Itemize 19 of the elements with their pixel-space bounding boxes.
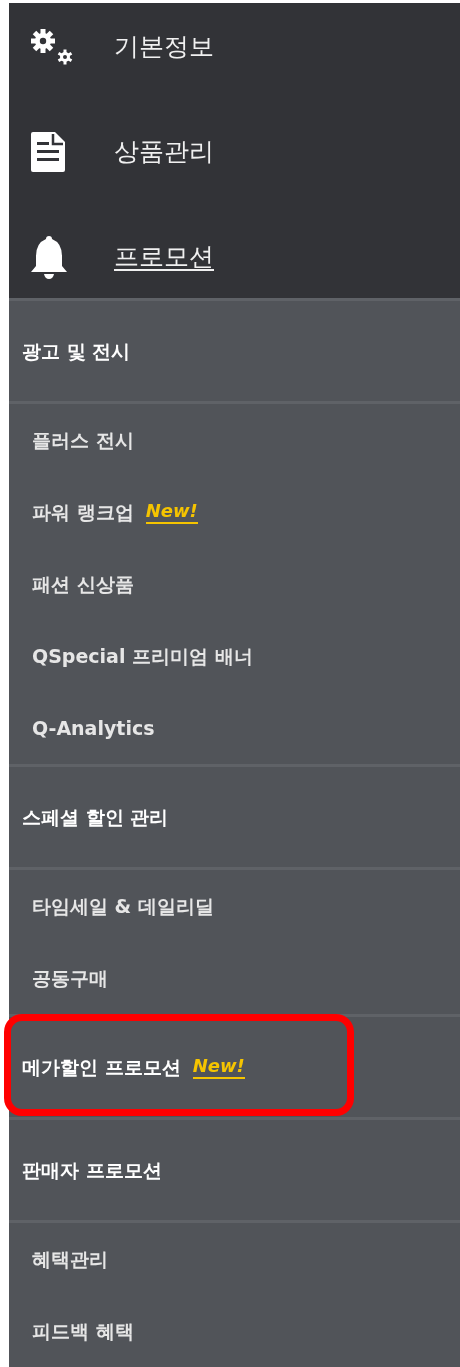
section-header[interactable]: 스페셜 할인 관리 (9, 767, 460, 867)
menu-item[interactable]: 파워 랭크업 New! (9, 476, 460, 548)
menu-item[interactable]: 공동구매 (9, 942, 460, 1014)
menu-item[interactable]: Q-Analytics (9, 692, 460, 764)
menu-item[interactable]: 타임세일 & 데일리딜 (9, 870, 460, 942)
section-header[interactable]: 메가할인 프로모션 New! (9, 1017, 460, 1117)
top-menu-item[interactable]: 상품관리 (9, 122, 460, 182)
top-menu-item[interactable]: 기본정보 (9, 17, 460, 77)
new-badge: New! (145, 500, 198, 524)
bell-icon (29, 234, 69, 280)
menu-item[interactable]: 혜택관리 (9, 1223, 460, 1295)
section-header[interactable]: 판매자 프로모션 (9, 1120, 460, 1220)
top-menu-item[interactable]: 프로모션 (9, 227, 460, 287)
menu-item[interactable]: 플러스 전시 (9, 404, 460, 476)
section-header[interactable]: 광고 및 전시 (9, 301, 460, 401)
new-badge: New! (192, 1055, 245, 1079)
menu-item[interactable]: 피드백 혜택 (9, 1295, 460, 1367)
menu-item[interactable]: QSpecial 프리미엄 배너 (9, 620, 460, 692)
menu-item[interactable]: 패션 신상품 (9, 548, 460, 620)
